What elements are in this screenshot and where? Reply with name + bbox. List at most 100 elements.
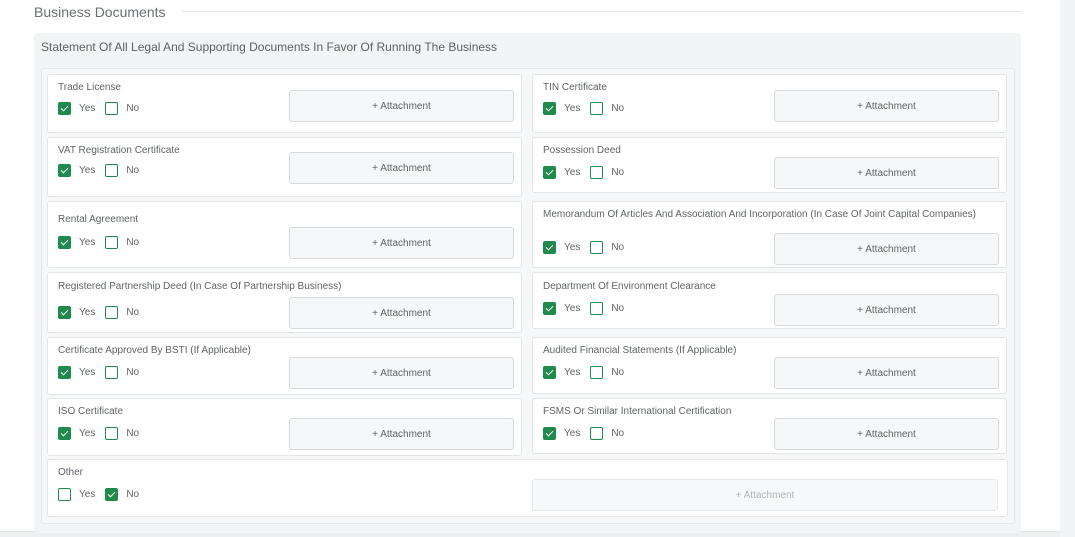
no-label: No: [611, 303, 625, 314]
yes-checkbox[interactable]: [58, 488, 71, 501]
yes-label: Yes: [564, 303, 581, 314]
yes-label: Yes: [564, 242, 581, 253]
no-label: No: [611, 367, 625, 378]
yes-checkbox[interactable]: [58, 366, 71, 379]
yes-checkbox[interactable]: [543, 241, 556, 254]
yes-no-options: Yes No: [543, 302, 634, 315]
yes-no-options: Yes No: [58, 164, 149, 177]
document-label: Certificate Approved By BSTI (If Applica…: [58, 345, 251, 356]
yes-checkbox[interactable]: [543, 366, 556, 379]
no-checkbox[interactable]: [590, 102, 604, 115]
document-card: Certificate Approved By BSTI (If Applica…: [47, 337, 522, 395]
document-label: TIN Certificate: [543, 82, 607, 93]
no-label: No: [126, 367, 140, 378]
no-label: No: [611, 167, 625, 178]
attachment-button[interactable]: + Attachment: [774, 90, 999, 122]
attachment-button[interactable]: + Attachment: [289, 227, 514, 259]
document-card: Rental Agreement Yes No + Attachment: [47, 201, 522, 268]
no-checkbox[interactable]: [105, 236, 119, 249]
attachment-button: + Attachment: [532, 479, 998, 511]
yes-label: Yes: [79, 428, 96, 439]
no-checkbox[interactable]: [590, 366, 604, 379]
document-card: FSMS Or Similar International Certificat…: [532, 398, 1007, 454]
no-checkbox[interactable]: [105, 427, 119, 440]
no-label: No: [126, 307, 140, 318]
yes-checkbox[interactable]: [543, 427, 556, 440]
no-label: No: [611, 428, 625, 439]
yes-checkbox[interactable]: [58, 164, 71, 177]
attachment-button[interactable]: + Attachment: [289, 90, 514, 122]
yes-label: Yes: [564, 167, 581, 178]
yes-no-options: Yes No: [58, 488, 149, 501]
document-card: Registered Partnership Deed (In Case Of …: [47, 272, 522, 333]
yes-checkbox[interactable]: [58, 306, 71, 319]
yes-no-options: Yes No: [543, 241, 634, 254]
document-card: TIN Certificate Yes No + Attachment: [532, 74, 1007, 133]
document-label: Other: [58, 467, 84, 478]
yes-checkbox[interactable]: [58, 427, 71, 440]
no-label: No: [126, 428, 140, 439]
no-label: No: [126, 489, 140, 500]
document-label: Trade License: [58, 82, 121, 93]
no-checkbox[interactable]: [590, 427, 604, 440]
yes-no-options: Yes No: [543, 166, 634, 179]
document-card: Audited Financial Statements (If Applica…: [532, 337, 1007, 394]
attachment-button[interactable]: + Attachment: [774, 157, 999, 189]
page-right-gutter: [1060, 0, 1075, 537]
attachment-button[interactable]: + Attachment: [774, 357, 999, 389]
section-title: Business Documents: [34, 4, 166, 20]
document-card: Memorandum Of Articles And Association A…: [532, 201, 1007, 268]
yes-label: Yes: [79, 103, 96, 114]
yes-checkbox[interactable]: [543, 302, 556, 315]
no-checkbox[interactable]: [590, 302, 604, 315]
no-label: No: [126, 103, 140, 114]
no-checkbox[interactable]: [105, 164, 119, 177]
attachment-button[interactable]: + Attachment: [774, 233, 999, 265]
attachment-button[interactable]: + Attachment: [289, 418, 514, 450]
document-label: Department Of Environment Clearance: [543, 281, 716, 292]
document-label: FSMS Or Similar International Certificat…: [543, 406, 732, 417]
yes-checkbox[interactable]: [58, 236, 71, 249]
yes-label: Yes: [79, 489, 96, 500]
attachment-button[interactable]: + Attachment: [774, 418, 999, 450]
no-label: No: [611, 242, 625, 253]
no-checkbox[interactable]: [105, 488, 119, 501]
yes-label: Yes: [79, 307, 96, 318]
document-label: Rental Agreement: [58, 214, 139, 225]
document-card: ISO Certificate Yes No + Attachment: [47, 398, 522, 456]
document-card: Trade License Yes No + Attachment: [47, 74, 522, 133]
no-checkbox[interactable]: [590, 166, 604, 179]
yes-no-options: Yes No: [543, 427, 634, 440]
no-checkbox[interactable]: [105, 366, 119, 379]
yes-checkbox[interactable]: [543, 166, 556, 179]
yes-no-options: Yes No: [58, 102, 149, 115]
document-label: Possession Deed: [543, 145, 621, 156]
yes-no-options: Yes No: [58, 427, 149, 440]
yes-no-options: Yes No: [543, 366, 634, 379]
document-card: Possession Deed Yes No + Attachment: [532, 137, 1007, 193]
attachment-button[interactable]: + Attachment: [289, 357, 514, 389]
yes-label: Yes: [79, 237, 96, 248]
no-label: No: [126, 237, 140, 248]
yes-checkbox[interactable]: [543, 102, 556, 115]
document-card: Department Of Environment Clearance Yes No…: [532, 272, 1007, 329]
panel-title: Statement Of All Legal And Supporting Do…: [41, 40, 498, 54]
no-checkbox[interactable]: [105, 306, 119, 319]
yes-no-options: Yes No: [58, 236, 149, 249]
no-checkbox[interactable]: [105, 102, 119, 115]
yes-no-options: Yes No: [58, 366, 149, 379]
document-label: Memorandum Of Articles And Association A…: [543, 209, 976, 220]
yes-checkbox[interactable]: [58, 102, 71, 115]
document-card: VAT Registration Certificate Yes No + Attac…: [47, 137, 522, 197]
document-label: VAT Registration Certificate: [58, 145, 180, 156]
no-label: No: [126, 165, 140, 176]
yes-no-options: Yes No: [543, 102, 634, 115]
no-label: No: [611, 103, 625, 114]
document-label: Registered Partnership Deed (In Case Of …: [58, 281, 342, 292]
yes-label: Yes: [564, 428, 581, 439]
attachment-button[interactable]: + Attachment: [774, 294, 999, 326]
no-checkbox[interactable]: [590, 241, 604, 254]
section-divider: [182, 11, 1022, 12]
attachment-button[interactable]: + Attachment: [289, 297, 514, 329]
attachment-button[interactable]: + Attachment: [289, 152, 514, 184]
